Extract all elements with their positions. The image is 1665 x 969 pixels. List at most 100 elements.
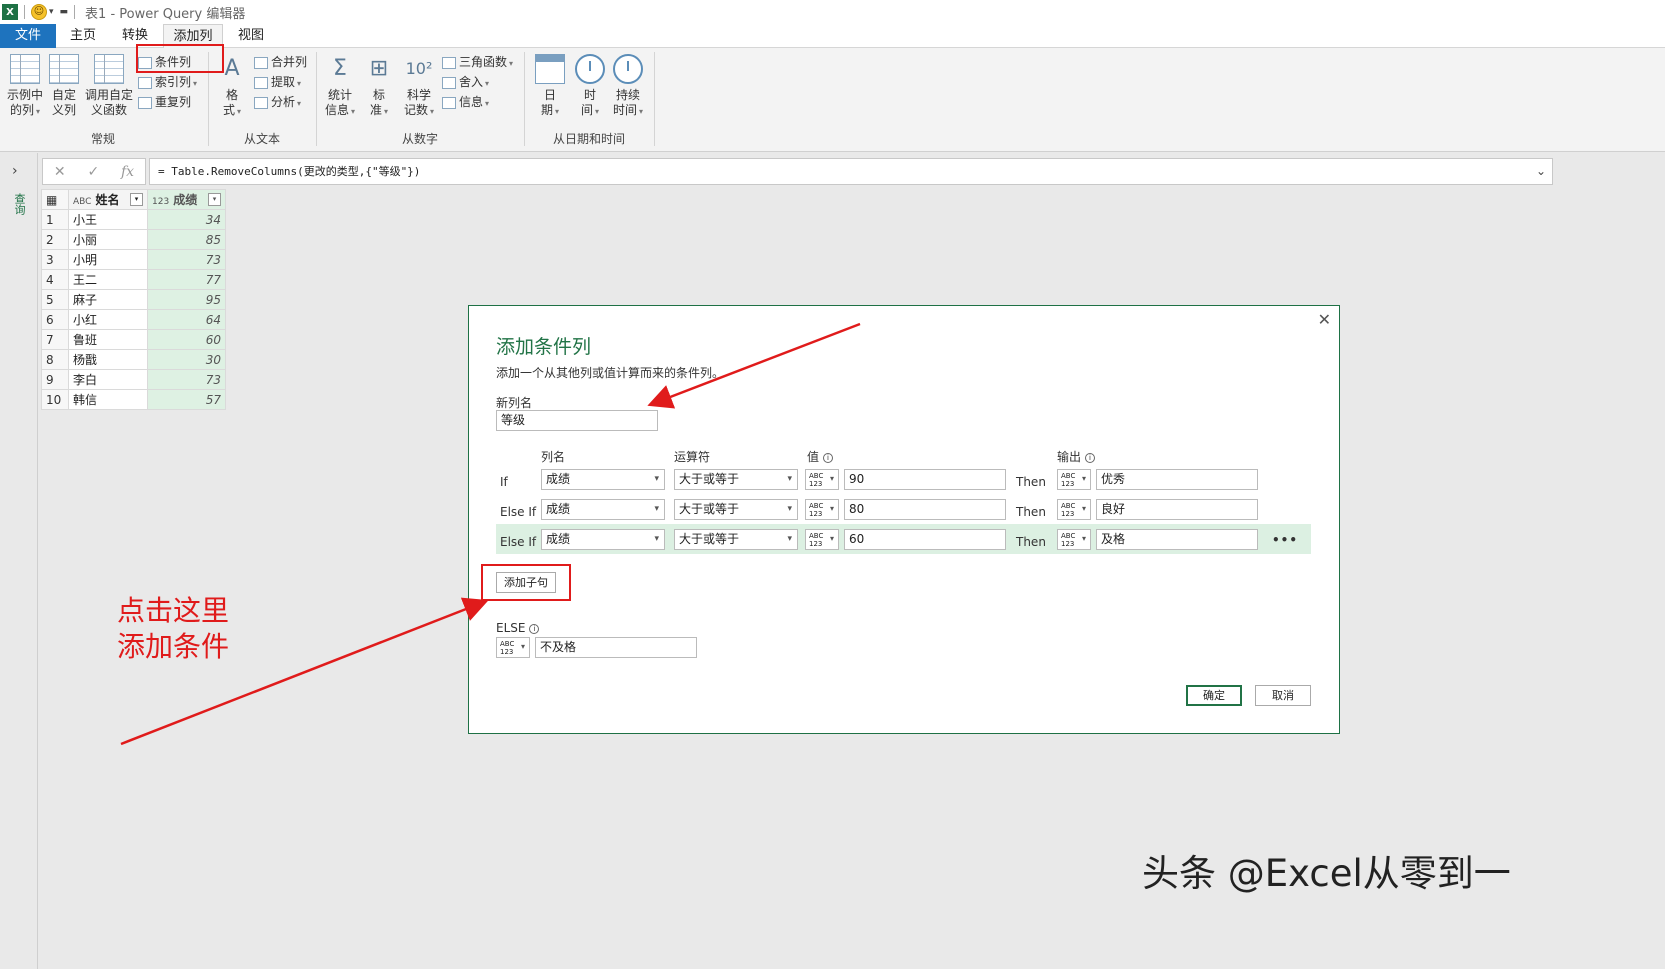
statistics-button[interactable]: Σ 统计 信息 ▾ [322, 54, 358, 119]
score-cell[interactable]: 95 [147, 289, 226, 310]
else-value-input[interactable]: 不及格 [535, 637, 697, 658]
smiley-icon[interactable]: ☺ [31, 4, 47, 20]
formula-bar[interactable]: = Table.RemoveColumns(更改的类型,{"等级"}) ⌄ [149, 158, 1553, 185]
table-row[interactable]: 9 李白 73 [41, 369, 226, 390]
extract-button[interactable]: 提取 ▾ [254, 72, 301, 92]
calendar-icon [535, 54, 565, 84]
format-button[interactable]: A 格 式 ▾ [216, 54, 248, 119]
fx-icon[interactable]: fx [121, 164, 134, 180]
column-select[interactable]: 成绩 [541, 499, 665, 520]
more-options-icon[interactable]: ••• [1272, 533, 1298, 547]
cancel-button[interactable]: 取消 [1255, 685, 1311, 706]
table-row[interactable]: 6 小红 64 [41, 309, 226, 330]
tab-file[interactable]: 文件 [0, 24, 56, 48]
name-cell[interactable]: 麻子 [68, 289, 148, 310]
duration-button[interactable]: 持续 时间 ▾ [610, 54, 646, 119]
cancel-formula-icon[interactable]: ✕ [54, 164, 66, 180]
score-cell[interactable]: 30 [147, 349, 226, 370]
operator-select[interactable]: 大于或等于 [674, 469, 798, 490]
name-cell[interactable]: 杨戬 [68, 349, 148, 370]
conditional-column-button[interactable]: 条件列 [138, 52, 191, 72]
output-input[interactable]: 良好 [1096, 499, 1258, 520]
score-cell[interactable]: 34 [147, 209, 226, 230]
table-row[interactable]: 3 小明 73 [41, 249, 226, 270]
expand-chevron-icon[interactable]: › [12, 163, 18, 179]
column-select[interactable]: 成绩 [541, 529, 665, 550]
score-cell[interactable]: 73 [147, 369, 226, 390]
trigonometry-button[interactable]: 三角函数 ▾ [442, 52, 513, 72]
output-type-selector[interactable]: ABC 123 [1057, 529, 1091, 550]
name-cell[interactable]: 小红 [68, 309, 148, 330]
name-cell[interactable]: 小王 [68, 209, 148, 230]
output-type-selector[interactable]: ABC 123 [1057, 469, 1091, 490]
table-row[interactable]: 8 杨戬 30 [41, 349, 226, 370]
score-cell[interactable]: 64 [147, 309, 226, 330]
merge-columns-button[interactable]: 合并列 [254, 52, 307, 72]
date-button[interactable]: 日 期 ▾ [532, 54, 568, 119]
else-type-selector[interactable]: ABC 123 [496, 637, 530, 658]
information-button[interactable]: 信息 ▾ [442, 92, 489, 112]
dropdown-arrow-icon[interactable]: ▾ [49, 7, 54, 17]
standard-button[interactable]: ⊞ 标 准 ▾ [362, 54, 396, 119]
new-column-name-input[interactable]: 等级 [496, 410, 658, 431]
invoke-custom-function-button[interactable]: 调用自定 义函数 [84, 54, 134, 118]
tab-add-column[interactable]: 添加列 [163, 24, 223, 48]
table-row[interactable]: 5 麻子 95 [41, 289, 226, 310]
name-cell[interactable]: 小明 [68, 249, 148, 270]
index-column-button[interactable]: 索引列 ▾ [138, 72, 197, 92]
output-type-selector[interactable]: ABC 123 [1057, 499, 1091, 520]
table-row[interactable]: 7 鲁班 60 [41, 329, 226, 350]
score-cell[interactable]: 77 [147, 269, 226, 290]
score-cell[interactable]: 85 [147, 229, 226, 250]
operator-select[interactable]: 大于或等于 [674, 499, 798, 520]
score-cell[interactable]: 73 [147, 249, 226, 270]
text-type-icon[interactable]: ABC [73, 197, 91, 207]
ok-button[interactable]: 确定 [1186, 685, 1242, 706]
table-row[interactable]: 10 韩信 57 [41, 389, 226, 410]
table-row[interactable]: 2 小丽 85 [41, 229, 226, 250]
close-icon[interactable]: ✕ [1318, 310, 1331, 329]
number-type-icon[interactable]: 123 [152, 197, 169, 207]
score-cell[interactable]: 57 [147, 389, 226, 410]
value-input[interactable]: 80 [844, 499, 1006, 520]
column-select[interactable]: 成绩 [541, 469, 665, 490]
filter-dropdown-icon[interactable]: ▾ [208, 193, 221, 206]
table-row[interactable]: 4 王二 77 [41, 269, 226, 290]
parse-button[interactable]: 分析 ▾ [254, 92, 301, 112]
output-input[interactable]: 及格 [1096, 529, 1258, 550]
column-from-examples-button[interactable]: 示例中 的列 ▾ [4, 54, 46, 119]
confirm-formula-icon[interactable]: ✓ [87, 164, 99, 180]
name-cell[interactable]: 李白 [68, 369, 148, 390]
customize-qat-icon[interactable]: ▬ [60, 7, 69, 17]
new-column-name-label: 新列名 [496, 396, 533, 410]
tab-view[interactable]: 视图 [230, 24, 272, 48]
name-cell[interactable]: 小丽 [68, 229, 148, 250]
table-row[interactable]: 1 小王 34 [41, 209, 226, 230]
score-cell[interactable]: 60 [147, 329, 226, 350]
scientific-button[interactable]: 10² 科学 记数 ▾ [400, 54, 438, 119]
operator-select[interactable]: 大于或等于 [674, 529, 798, 550]
value-type-selector[interactable]: ABC 123 [805, 499, 839, 520]
add-clause-button[interactable]: 添加子句 [496, 572, 556, 593]
tab-transform[interactable]: 转换 [114, 24, 156, 48]
value-type-selector[interactable]: ABC 123 [805, 469, 839, 490]
output-input[interactable]: 优秀 [1096, 469, 1258, 490]
rounding-button[interactable]: 舍入 ▾ [442, 72, 489, 92]
name-cell[interactable]: 鲁班 [68, 329, 148, 350]
group-label-datetime: 从日期和时间 [552, 132, 625, 146]
value-type-selector[interactable]: ABC 123 [805, 529, 839, 550]
time-button[interactable]: 时 间 ▾ [572, 54, 608, 119]
table-menu-icon[interactable]: ▦ [41, 189, 69, 210]
value-input[interactable]: 90 [844, 469, 1006, 490]
column-header-name[interactable]: ABC 姓名 ▾ [68, 189, 148, 210]
duplicate-column-button[interactable]: 重复列 [138, 92, 191, 112]
value-input[interactable]: 60 [844, 529, 1006, 550]
tab-home[interactable]: 主页 [62, 24, 104, 48]
chevron-down-icon[interactable]: ⌄ [1536, 159, 1546, 184]
filter-dropdown-icon[interactable]: ▾ [130, 193, 143, 206]
row-number: 9 [41, 369, 69, 390]
name-cell[interactable]: 王二 [68, 269, 148, 290]
custom-column-button[interactable]: 自定 义列 [48, 54, 80, 118]
column-header-score[interactable]: 123 成绩 ▾ [147, 189, 226, 210]
name-cell[interactable]: 韩信 [68, 389, 148, 410]
